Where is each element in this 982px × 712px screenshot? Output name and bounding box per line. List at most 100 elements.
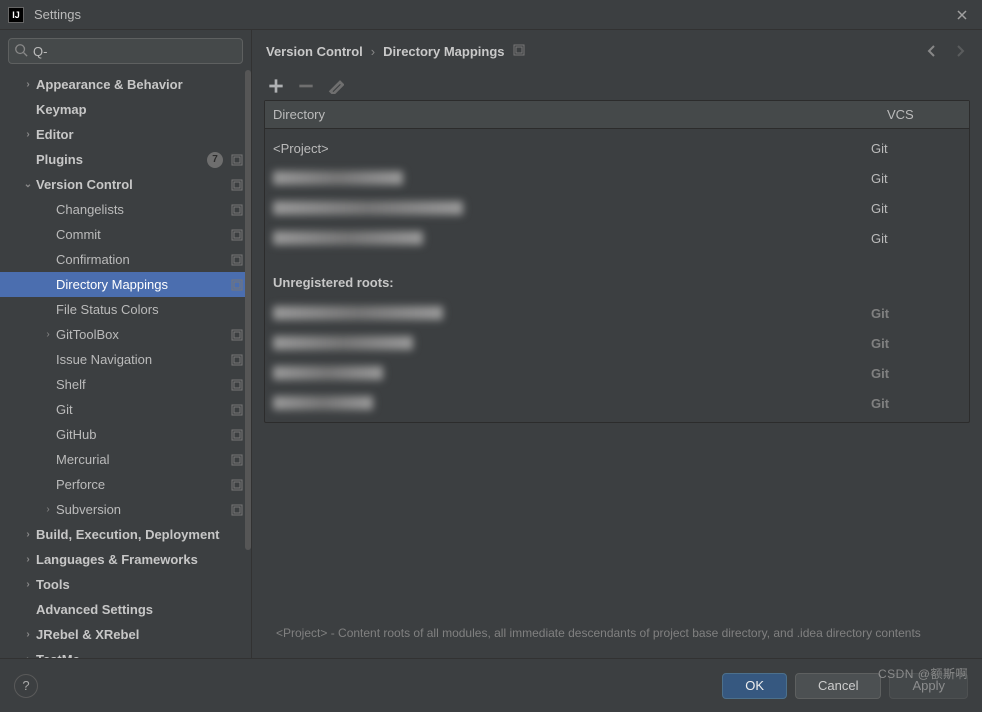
sidebar-item-label: TestMe bbox=[36, 652, 245, 658]
sidebar-item-label: Keymap bbox=[36, 102, 245, 117]
sidebar-item-file-status-colors[interactable]: File Status Colors bbox=[0, 297, 251, 322]
table-row[interactable]: redacted path threeGit bbox=[265, 223, 969, 253]
window-close-button[interactable] bbox=[942, 0, 982, 30]
mappings-table: Directory VCS <Project>Gitredacted path … bbox=[264, 100, 970, 423]
sidebar-item-jrebel-xrebel[interactable]: ›JRebel & XRebel bbox=[0, 622, 251, 647]
breadcrumb-root[interactable]: Version Control bbox=[266, 44, 363, 59]
sidebar-item-shelf[interactable]: Shelf bbox=[0, 372, 251, 397]
sidebar-item-label: Directory Mappings bbox=[56, 277, 229, 292]
search-input[interactable] bbox=[8, 38, 243, 64]
project-scope-icon bbox=[229, 452, 245, 468]
cell-vcs: Git bbox=[871, 231, 961, 246]
expand-arrow-icon: › bbox=[20, 579, 36, 590]
sidebar-item-version-control[interactable]: ⌄Version Control bbox=[0, 172, 251, 197]
update-badge: 7 bbox=[207, 152, 223, 168]
sidebar-item-plugins[interactable]: Plugins7 bbox=[0, 147, 251, 172]
cancel-button[interactable]: Cancel bbox=[795, 673, 881, 699]
remove-button[interactable] bbox=[298, 78, 314, 94]
sidebar-item-build-execution-deployment[interactable]: ›Build, Execution, Deployment bbox=[0, 522, 251, 547]
expand-arrow-icon: › bbox=[40, 504, 56, 515]
add-button[interactable] bbox=[268, 78, 284, 94]
sidebar-item-editor[interactable]: ›Editor bbox=[0, 122, 251, 147]
table-row[interactable]: redacted path two longerGit bbox=[265, 193, 969, 223]
help-button[interactable]: ? bbox=[14, 674, 38, 698]
cell-vcs: Git bbox=[871, 201, 961, 216]
mappings-toolbar bbox=[264, 72, 970, 100]
ok-button[interactable]: OK bbox=[722, 673, 787, 699]
unregistered-body: redacted unreg one longerGitredacted unr… bbox=[265, 294, 969, 422]
sidebar-item-commit[interactable]: Commit bbox=[0, 222, 251, 247]
sidebar-item-label: GitHub bbox=[56, 427, 229, 442]
cell-directory: redacted path two longer bbox=[273, 201, 871, 215]
sidebar-item-perforce[interactable]: Perforce bbox=[0, 472, 251, 497]
sidebar-item-testme[interactable]: ›TestMe bbox=[0, 647, 251, 658]
apply-button[interactable]: Apply bbox=[889, 673, 968, 699]
edit-button[interactable] bbox=[328, 78, 344, 94]
cell-directory: <Project> bbox=[273, 141, 871, 156]
project-scope-icon bbox=[513, 44, 525, 59]
expand-arrow-icon: ⌄ bbox=[20, 179, 36, 190]
settings-sidebar: ›Appearance & BehaviorKeymap›EditorPlugi… bbox=[0, 30, 252, 658]
sidebar-item-label: Issue Navigation bbox=[56, 352, 229, 367]
table-row[interactable]: redacted path oneGit bbox=[265, 163, 969, 193]
sidebar-item-label: Version Control bbox=[36, 177, 229, 192]
cell-directory: redacted unreg four bbox=[273, 396, 871, 410]
project-scope-icon bbox=[229, 327, 245, 343]
sidebar-item-label: Changelists bbox=[56, 202, 229, 217]
sidebar-item-languages-frameworks[interactable]: ›Languages & Frameworks bbox=[0, 547, 251, 572]
sidebar-item-issue-navigation[interactable]: Issue Navigation bbox=[0, 347, 251, 372]
table-row[interactable]: redacted unreg two midGit bbox=[265, 328, 969, 358]
sidebar-item-confirmation[interactable]: Confirmation bbox=[0, 247, 251, 272]
sidebar-item-gittoolbox[interactable]: ›GitToolBox bbox=[0, 322, 251, 347]
table-row[interactable]: redacted unreg fourGit bbox=[265, 388, 969, 418]
col-directory[interactable]: Directory bbox=[265, 101, 879, 128]
cell-vcs: Git bbox=[871, 171, 961, 186]
sidebar-item-label: Git bbox=[56, 402, 229, 417]
cell-directory: redacted path three bbox=[273, 231, 871, 245]
titlebar: IJ Settings bbox=[0, 0, 982, 30]
expand-arrow-icon: › bbox=[20, 629, 36, 640]
expand-arrow-icon: › bbox=[20, 554, 36, 565]
sidebar-item-label: Subversion bbox=[56, 502, 229, 517]
sidebar-item-label: Appearance & Behavior bbox=[36, 77, 245, 92]
nav-forward-button[interactable] bbox=[952, 43, 968, 59]
dialog-buttons: ? OK Cancel Apply bbox=[0, 658, 982, 712]
sidebar-item-github[interactable]: GitHub bbox=[0, 422, 251, 447]
window-title: Settings bbox=[34, 7, 942, 22]
table-row[interactable]: <Project>Git bbox=[265, 133, 969, 163]
sidebar-item-label: File Status Colors bbox=[56, 302, 245, 317]
project-scope-icon bbox=[229, 377, 245, 393]
cell-vcs: Git bbox=[871, 366, 961, 381]
breadcrumb-leaf: Directory Mappings bbox=[383, 44, 504, 59]
project-scope-icon bbox=[229, 227, 245, 243]
project-scope-icon bbox=[229, 427, 245, 443]
sidebar-item-label: JRebel & XRebel bbox=[36, 627, 245, 642]
sidebar-item-directory-mappings[interactable]: Directory Mappings bbox=[0, 272, 251, 297]
sidebar-item-keymap[interactable]: Keymap bbox=[0, 97, 251, 122]
project-scope-icon bbox=[229, 277, 245, 293]
table-row[interactable]: redacted unreg one longerGit bbox=[265, 298, 969, 328]
sidebar-item-subversion[interactable]: ›Subversion bbox=[0, 497, 251, 522]
settings-main: Version Control › Directory Mappings Dir… bbox=[252, 30, 982, 658]
sidebar-item-mercurial[interactable]: Mercurial bbox=[0, 447, 251, 472]
cell-vcs: Git bbox=[871, 306, 961, 321]
nav-back-button[interactable] bbox=[924, 43, 940, 59]
sidebar-item-label: Advanced Settings bbox=[36, 602, 245, 617]
settings-tree[interactable]: ›Appearance & BehaviorKeymap›EditorPlugi… bbox=[0, 70, 251, 658]
sidebar-item-tools[interactable]: ›Tools bbox=[0, 572, 251, 597]
sidebar-scrollbar[interactable] bbox=[245, 70, 251, 650]
table-row[interactable]: redacted unreg threeGit bbox=[265, 358, 969, 388]
sidebar-item-label: Tools bbox=[36, 577, 245, 592]
sidebar-item-changelists[interactable]: Changelists bbox=[0, 197, 251, 222]
sidebar-item-label: Perforce bbox=[56, 477, 229, 492]
cell-directory: redacted unreg two mid bbox=[273, 336, 871, 350]
sidebar-item-label: Confirmation bbox=[56, 252, 229, 267]
sidebar-item-git[interactable]: Git bbox=[0, 397, 251, 422]
col-vcs[interactable]: VCS bbox=[879, 101, 969, 128]
breadcrumb: Version Control › Directory Mappings bbox=[252, 30, 982, 72]
sidebar-item-label: GitToolBox bbox=[56, 327, 229, 342]
sidebar-item-appearance-behavior[interactable]: ›Appearance & Behavior bbox=[0, 72, 251, 97]
cell-directory: redacted unreg three bbox=[273, 366, 871, 380]
settings-search[interactable] bbox=[8, 38, 243, 64]
sidebar-item-advanced-settings[interactable]: Advanced Settings bbox=[0, 597, 251, 622]
